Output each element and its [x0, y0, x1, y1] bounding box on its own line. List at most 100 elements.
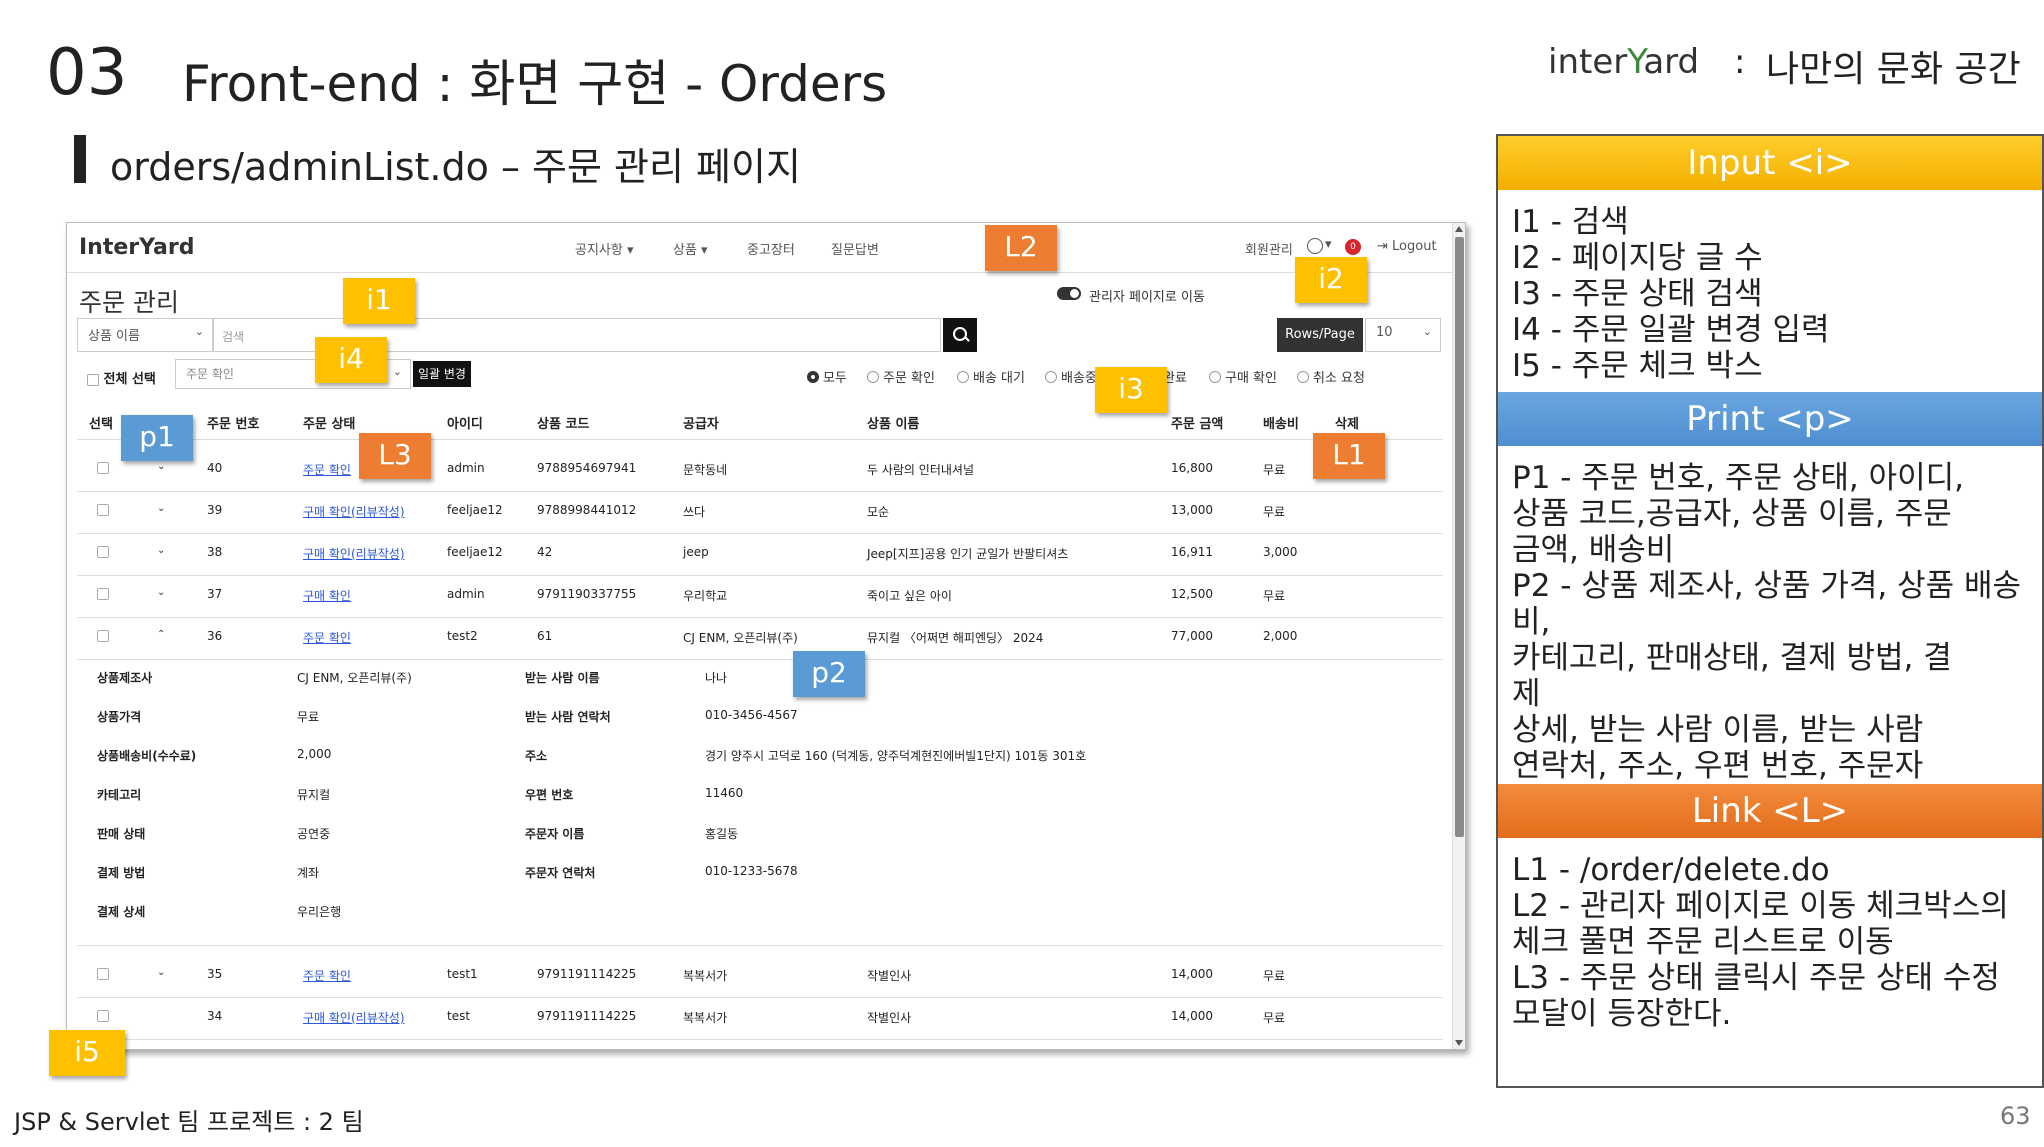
order-status-link[interactable]: 구매 확인(리뷰작성): [303, 503, 405, 520]
user-id: admin: [447, 587, 485, 601]
filter-label: 취소 요청: [1313, 371, 1365, 386]
detail-value: 나나: [705, 671, 728, 685]
row-checkbox[interactable]: [97, 586, 109, 600]
product-code: 9791191114225: [537, 967, 637, 981]
filter-label: 배송중: [1061, 371, 1097, 386]
chevron-down-icon[interactable]: ▾: [1325, 237, 1332, 252]
slide-subtitle: orders/adminList.do – 주문 관리 페이지: [110, 145, 801, 189]
filter-shipping[interactable]: 배송중: [1045, 367, 1097, 386]
filter-purchase-confirm[interactable]: 구매 확인: [1209, 367, 1277, 386]
bulk-change-button[interactable]: 일괄 변경: [413, 361, 471, 387]
admin-page-toggle[interactable]: [1057, 287, 1081, 300]
checkbox[interactable]: [97, 587, 109, 600]
logout-link[interactable]: ⇥ Logout: [1377, 239, 1437, 254]
select-all-checkbox[interactable]: [87, 373, 99, 386]
order-amount: 16,911: [1171, 545, 1213, 559]
chevron-toggle-icon[interactable]: ⌄: [157, 587, 165, 598]
brand-part-3: ard: [1643, 42, 1700, 82]
nav-qna[interactable]: 질문답변: [831, 239, 879, 258]
row-checkbox[interactable]: [97, 1008, 109, 1022]
filter-order-confirm[interactable]: 주문 확인: [867, 367, 935, 386]
nav-notice[interactable]: 공지사항 ▾: [575, 239, 634, 258]
shipping-fee: 무료: [1263, 1011, 1286, 1025]
notification-badge[interactable]: 0: [1345, 239, 1361, 255]
print-line: 제: [1512, 676, 1541, 712]
filter-all[interactable]: 모두: [807, 367, 847, 386]
product-code: 9788998441012: [537, 503, 637, 517]
shipping-fee: 무료: [1263, 505, 1286, 519]
detail-label: 상품배송비(수수료): [97, 749, 197, 763]
scroll-down-icon[interactable]: [1455, 1040, 1463, 1046]
checkbox[interactable]: [97, 461, 109, 474]
row-checkbox[interactable]: [97, 502, 109, 516]
input-header: Input <i>: [1498, 136, 2042, 190]
row-divider: [77, 997, 1443, 998]
detail-value: 뮤지컬: [297, 788, 331, 802]
chevron-toggle-icon[interactable]: ⌄: [157, 967, 165, 978]
detail-label: 주문자 이름: [525, 827, 585, 841]
filter-cancel-request[interactable]: 취소 요청: [1297, 367, 1365, 386]
order-status-link[interactable]: 구매 확인(리뷰작성): [303, 545, 405, 562]
nav-market[interactable]: 중고장터: [747, 239, 795, 258]
order-status-link[interactable]: 주문 확인: [303, 461, 351, 478]
detail-label: 결제 방법: [97, 866, 146, 880]
input-item: I5 - 주문 체크 박스: [1512, 348, 1763, 384]
print-line: P1 - 주문 번호, 주문 상태, 아이디,: [1512, 460, 1965, 496]
checkbox[interactable]: [97, 967, 109, 980]
search-button[interactable]: [943, 318, 977, 352]
checkbox[interactable]: [97, 545, 109, 558]
detail-label: 우편 번호: [525, 788, 574, 802]
order-no: 37: [207, 587, 223, 601]
link-line: 체크 풀면 주문 리스트로 이동: [1512, 924, 1894, 960]
product-name: 죽이고 싶은 아이: [867, 589, 952, 603]
row-checkbox[interactable]: [97, 628, 109, 642]
checkbox[interactable]: [97, 1009, 109, 1022]
scrollbar[interactable]: [1452, 223, 1465, 1049]
order-status-link[interactable]: 구매 확인: [303, 587, 351, 604]
scrollbar-thumb[interactable]: [1455, 237, 1464, 837]
product-name: 두 사람의 인터내셔널: [867, 463, 974, 477]
col-id: 아이디: [447, 417, 483, 432]
search-field-select[interactable]: 상품 이름 ⌄: [77, 318, 213, 352]
detail-value: 경기 양주시 고덕로 160 (덕계동, 양주덕계현진에버빌1단지) 101동 …: [705, 749, 1087, 763]
rows-per-page-select[interactable]: 10 ⌄: [1365, 318, 1441, 352]
scroll-up-icon[interactable]: [1455, 226, 1463, 232]
col-supplier: 공급자: [683, 417, 719, 432]
row-divider: [77, 533, 1443, 534]
product-code: 42: [537, 545, 553, 559]
link-line: 모달이 등장한다.: [1512, 996, 1732, 1032]
row-checkbox[interactable]: [97, 544, 109, 558]
user-icon[interactable]: [1307, 238, 1323, 254]
filter-ship-wait[interactable]: 배송 대기: [957, 367, 1025, 386]
order-status-link[interactable]: 주문 확인: [303, 629, 351, 646]
bulk-status-value: 주문 확인: [186, 367, 234, 381]
row-checkbox[interactable]: [97, 966, 109, 980]
chevron-toggle-icon[interactable]: ⌃: [157, 629, 165, 640]
nav-products[interactable]: 상품 ▾: [673, 239, 708, 258]
product-code: 61: [537, 629, 553, 643]
col-code: 상품 코드: [537, 417, 590, 432]
order-status-link[interactable]: 구매 확인(리뷰작성): [303, 1009, 405, 1026]
brand-part-1: inter: [1548, 42, 1628, 82]
product-name: 작별인사: [867, 1011, 912, 1025]
radio-icon: [1209, 371, 1221, 383]
product-code: 9791191114225: [537, 1009, 637, 1023]
row-checkbox[interactable]: [97, 460, 109, 474]
chevron-toggle-icon[interactable]: ⌄: [157, 503, 165, 514]
col-fee: 배송비: [1263, 417, 1299, 432]
shipping-fee: 무료: [1263, 589, 1286, 603]
page-number: 63: [2000, 1102, 2031, 1130]
detail-value: 무료: [297, 710, 320, 724]
select-all[interactable]: 전체 선택: [87, 368, 156, 387]
checkbox[interactable]: [97, 503, 109, 516]
checkbox[interactable]: [97, 629, 109, 642]
chevron-toggle-icon[interactable]: ⌄: [157, 461, 165, 472]
row-divider: [77, 1039, 1443, 1040]
tag-i4: i4: [315, 337, 387, 383]
order-status-link[interactable]: 주문 확인: [303, 967, 351, 984]
chevron-toggle-icon[interactable]: ⌄: [157, 545, 165, 556]
nav-member-admin[interactable]: 회원관리: [1245, 239, 1293, 258]
detail-label: 주소: [525, 749, 548, 763]
app-logo[interactable]: InterYard: [79, 235, 195, 260]
filter-label: 배송 대기: [973, 371, 1025, 386]
